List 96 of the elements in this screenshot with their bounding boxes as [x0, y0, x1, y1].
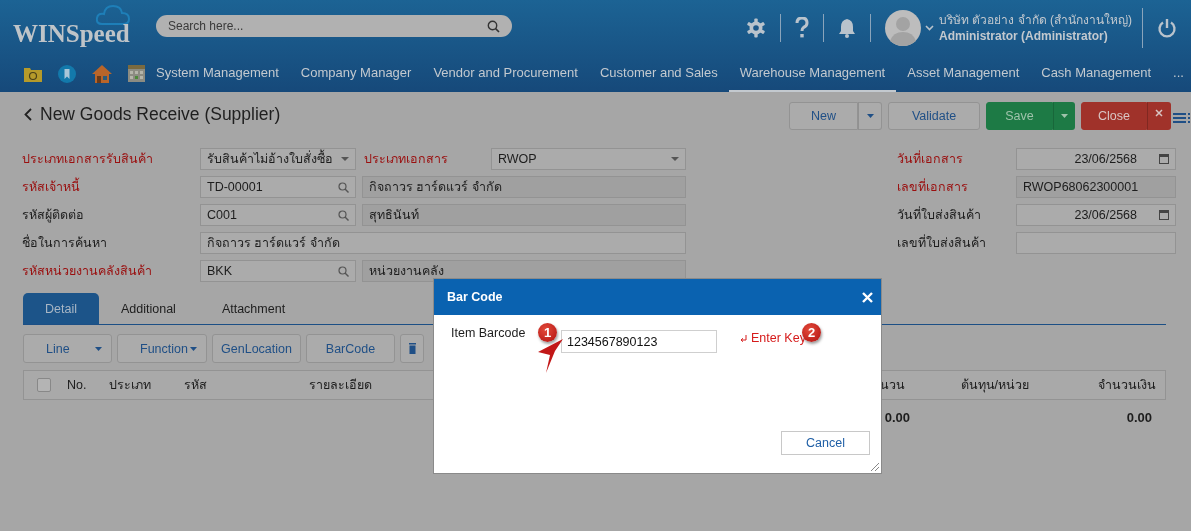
- back-icon[interactable]: [24, 108, 32, 121]
- nav-tab[interactable]: Cash Management: [1030, 55, 1163, 92]
- page-title: New Goods Receive (Supplier): [40, 104, 281, 125]
- delete-button[interactable]: [400, 334, 424, 363]
- dropdown-button[interactable]: [858, 102, 882, 130]
- folder-icon[interactable]: [24, 65, 42, 82]
- readonly-field: RWOP68062300001: [1016, 176, 1176, 198]
- column-header: รายละเอียด: [309, 377, 373, 394]
- nav-tab[interactable]: Warehouse Management: [728, 55, 897, 92]
- callout-badge: 1: [538, 323, 557, 342]
- column-header: รหัส: [184, 377, 208, 394]
- search-icon: [338, 265, 349, 277]
- close-icon[interactable]: [862, 291, 873, 303]
- resize-grip-icon[interactable]: [871, 463, 879, 471]
- lookup-field[interactable]: BKK: [200, 260, 356, 282]
- cancel-button[interactable]: Cancel: [781, 431, 870, 455]
- column-header: ต้นทุน/หน่วย: [959, 377, 1029, 395]
- date-field[interactable]: 23/06/2568: [1016, 148, 1176, 170]
- close-icon: [1155, 109, 1163, 117]
- readonly-field: กิจถาวร ฮาร์ดแวร์ จำกัด: [362, 176, 686, 198]
- field-label: วันที่ใบส่งสินค้า: [897, 205, 982, 224]
- nav-tab[interactable]: Asset Management: [896, 55, 1031, 92]
- chevron-down-icon[interactable]: [925, 24, 934, 31]
- field-label: ประเภทเอกสารรับสินค้า: [22, 151, 154, 168]
- checkbox[interactable]: [37, 378, 51, 392]
- menu-icon[interactable]: [1173, 112, 1191, 124]
- field-label: เลขที่เอกสาร: [897, 177, 969, 196]
- action-button[interactable]: New: [789, 102, 858, 130]
- toolbar-button[interactable]: GenLocation: [212, 334, 301, 363]
- caret-icon: [1060, 114, 1068, 118]
- toolbar-button[interactable]: BarCode: [306, 334, 395, 363]
- nav-tab[interactable]: Customer and Sales: [588, 55, 729, 92]
- calendar-icon[interactable]: [128, 65, 145, 82]
- lookup-field[interactable]: TD-00001: [200, 176, 356, 198]
- company-name: บริษัท ตัวอย่าง จำกัด (สำนักงานใหญ่): [939, 11, 1132, 28]
- nav-tab[interactable]: System Management: [145, 55, 290, 92]
- settings-icon[interactable]: [746, 17, 766, 38]
- column-header: No.: [67, 378, 88, 392]
- search-icon: [338, 181, 349, 193]
- calendar-icon: [1159, 210, 1169, 220]
- field-label: ประเภทเอกสาร: [363, 151, 449, 168]
- calendar-icon: [1159, 154, 1169, 164]
- action-button[interactable]: Validate: [888, 102, 980, 130]
- caret-icon: [190, 346, 197, 351]
- dropdown-button[interactable]: [1053, 102, 1075, 130]
- user-name: Administrator (Administrator): [939, 27, 1109, 44]
- bookmark-icon[interactable]: [58, 64, 76, 83]
- enter-icon: [740, 334, 747, 342]
- search-field[interactable]: Search here...: [156, 14, 512, 37]
- bell-icon[interactable]: [838, 17, 856, 38]
- tab[interactable]: Additional: [98, 293, 200, 324]
- nav-tab[interactable]: Company Manager: [289, 55, 423, 92]
- home-icon[interactable]: [92, 64, 112, 83]
- column-header: นวน: [879, 377, 905, 394]
- dismiss-button[interactable]: [1147, 102, 1171, 130]
- tab[interactable]: Detail: [23, 293, 99, 324]
- tab[interactable]: Attachment: [199, 293, 308, 324]
- column-header: จำนวนเงิน: [1097, 377, 1157, 394]
- caret-icon: [671, 157, 679, 161]
- more-menu[interactable]: ...: [1162, 55, 1191, 92]
- amount-total: 0.00: [1125, 410, 1152, 425]
- field-label: รหัสหน่วยงานคลังสินค้า: [22, 263, 153, 280]
- help-icon[interactable]: [795, 16, 809, 39]
- field-label: เลขที่ใบส่งสินค้า: [897, 233, 987, 252]
- nav-tab[interactable]: Vendor and Procurement: [422, 55, 589, 92]
- caret-icon: [95, 346, 102, 351]
- barcode-input[interactable]: 1234567890123: [561, 330, 717, 353]
- trash-icon: [408, 343, 416, 354]
- search-icon: [338, 209, 349, 221]
- lookup-field[interactable]: C001: [200, 204, 356, 226]
- field-label: วันที่เอกสาร: [897, 149, 964, 168]
- field-label: Item Barcode: [451, 325, 527, 340]
- field-label: รหัสเจ้าหนี้: [22, 177, 194, 197]
- date-field[interactable]: 23/06/2568: [1016, 204, 1176, 226]
- caret-icon: [341, 157, 349, 161]
- column-header: ประเภท: [109, 377, 152, 394]
- dropdown-field[interactable]: รับสินค้าไม่อ้างใบสั่งซื้อ: [200, 148, 356, 170]
- close-button[interactable]: Close: [1081, 102, 1147, 130]
- dropdown-button[interactable]: Line: [23, 334, 112, 363]
- callout-arrow: [538, 339, 564, 373]
- text-field[interactable]: [1016, 232, 1176, 254]
- dropdown-button[interactable]: Function: [117, 334, 207, 363]
- logo: WINSpeed: [13, 20, 130, 48]
- power-icon[interactable]: [1157, 17, 1177, 38]
- field-label: รหัสผู้ติดต่อ: [22, 207, 85, 225]
- readonly-field: สุทธินันท์: [362, 204, 686, 226]
- search-icon: [487, 19, 500, 33]
- cloud-icon: [96, 4, 130, 26]
- caret-icon: [866, 114, 874, 118]
- dropdown-field[interactable]: RWOP: [491, 148, 686, 170]
- quantity-total: 0.00: [883, 410, 910, 425]
- field-label: ชื่อในการค้นหา: [22, 233, 108, 252]
- text-field[interactable]: กิจถาวร ฮาร์ดแวร์ จำกัด: [200, 232, 686, 254]
- avatar[interactable]: [885, 9, 921, 46]
- action-button[interactable]: Save: [986, 102, 1053, 130]
- dialog-title: Bar Code: [447, 290, 503, 304]
